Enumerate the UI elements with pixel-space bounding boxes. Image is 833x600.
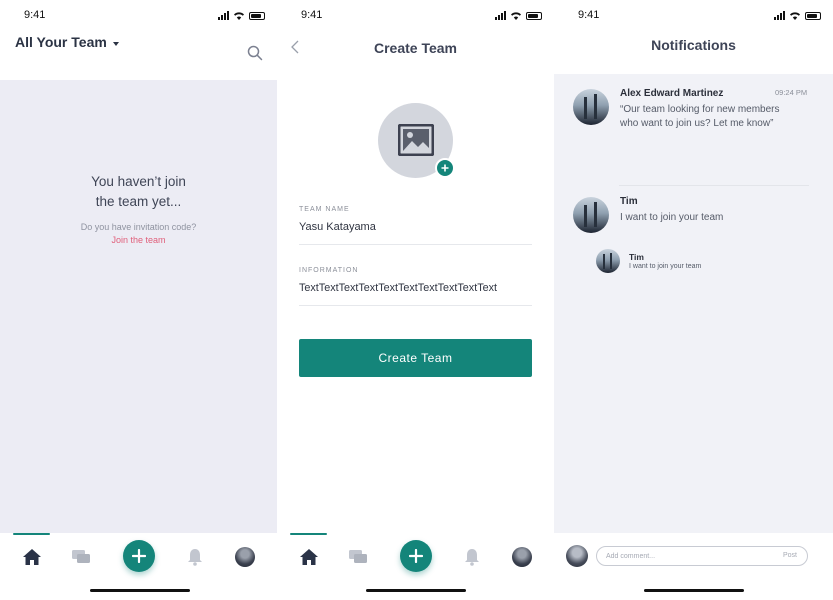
comment-input[interactable]: Add comment... Post bbox=[596, 546, 808, 566]
plus-icon bbox=[409, 549, 423, 563]
team-selector[interactable]: All Your Team bbox=[15, 34, 119, 50]
battery-icon bbox=[805, 11, 821, 20]
bell-icon[interactable] bbox=[462, 547, 482, 567]
chat-icon[interactable] bbox=[71, 547, 91, 567]
notification-time: 09:24 PM bbox=[775, 88, 808, 97]
wifi-icon bbox=[234, 12, 244, 20]
home-indicator bbox=[366, 589, 466, 592]
add-button[interactable] bbox=[123, 540, 155, 572]
team-photo-picker[interactable] bbox=[378, 103, 455, 178]
status-bar: 9:41 bbox=[554, 0, 833, 30]
notification-name: Alex Edward Martinez bbox=[620, 88, 724, 99]
avatar bbox=[573, 89, 609, 125]
plus-icon bbox=[441, 164, 449, 172]
profile-avatar[interactable] bbox=[235, 547, 255, 567]
bell-icon[interactable] bbox=[185, 547, 205, 567]
home-indicator bbox=[90, 589, 190, 592]
notification-message: I want to join your team bbox=[620, 212, 724, 223]
post-button[interactable]: Post bbox=[783, 552, 797, 559]
create-team-button[interactable]: Create Team bbox=[299, 339, 532, 377]
signal-icon bbox=[495, 11, 506, 20]
screen-notifications: 9:41 Notifications Alex Edward Martinez … bbox=[554, 0, 833, 600]
home-icon[interactable] bbox=[22, 547, 42, 567]
chat-icon[interactable] bbox=[348, 547, 368, 567]
notification-message: “Our team looking for new members who wa… bbox=[620, 104, 780, 129]
battery-icon bbox=[526, 11, 542, 20]
wifi-icon bbox=[790, 12, 800, 20]
information-field[interactable]: TextTextTextTextTextTextTextTextTextText bbox=[299, 282, 497, 294]
search-icon[interactable] bbox=[247, 45, 263, 61]
team-selector-label: All Your Team bbox=[15, 34, 107, 50]
add-button[interactable] bbox=[400, 540, 432, 572]
battery-icon bbox=[249, 11, 265, 20]
page-title: Create Team bbox=[373, 40, 457, 56]
active-tab-indicator bbox=[290, 533, 327, 535]
home-icon[interactable] bbox=[299, 547, 319, 567]
page-title: Notifications bbox=[651, 37, 736, 53]
team-name-label: TEAM NAME bbox=[299, 206, 350, 213]
active-tab-indicator bbox=[13, 533, 50, 535]
plus-icon bbox=[132, 549, 146, 563]
divider bbox=[619, 185, 809, 186]
empty-state-subtitle: Do you have invitation code? bbox=[80, 222, 197, 232]
divider bbox=[299, 244, 532, 245]
wifi-icon bbox=[511, 12, 521, 20]
status-bar: 9:41 bbox=[0, 0, 277, 30]
home-indicator bbox=[644, 589, 744, 592]
screen-create-team: 9:41 Create Team TEAM NAME Yasu Katayama… bbox=[277, 0, 554, 600]
screen-all-your-team: 9:41 All Your Team You haven’t join the … bbox=[0, 0, 277, 600]
notification-name: Tim bbox=[620, 196, 638, 207]
avatar bbox=[566, 545, 588, 567]
avatar bbox=[573, 197, 609, 233]
team-name-field[interactable]: Yasu Katayama bbox=[299, 221, 376, 233]
signal-icon bbox=[774, 11, 785, 20]
status-bar: 9:41 bbox=[277, 0, 554, 30]
information-label: INFORMATION bbox=[299, 267, 359, 274]
divider bbox=[299, 305, 532, 306]
status-time: 9:41 bbox=[301, 9, 323, 21]
status-time: 9:41 bbox=[24, 9, 46, 21]
avatar bbox=[596, 249, 620, 273]
notification-name: Tim bbox=[629, 252, 644, 262]
join-team-link[interactable]: Join the team bbox=[0, 235, 277, 245]
add-photo-button[interactable] bbox=[435, 158, 455, 178]
status-time: 9:41 bbox=[578, 9, 600, 21]
chevron-down-icon bbox=[112, 42, 119, 46]
notification-message: I want to join your team bbox=[629, 263, 702, 270]
empty-state-title: You haven’t join the team yet... bbox=[91, 174, 186, 209]
signal-icon bbox=[218, 11, 229, 20]
image-placeholder-icon bbox=[398, 124, 434, 156]
profile-avatar[interactable] bbox=[512, 547, 532, 567]
